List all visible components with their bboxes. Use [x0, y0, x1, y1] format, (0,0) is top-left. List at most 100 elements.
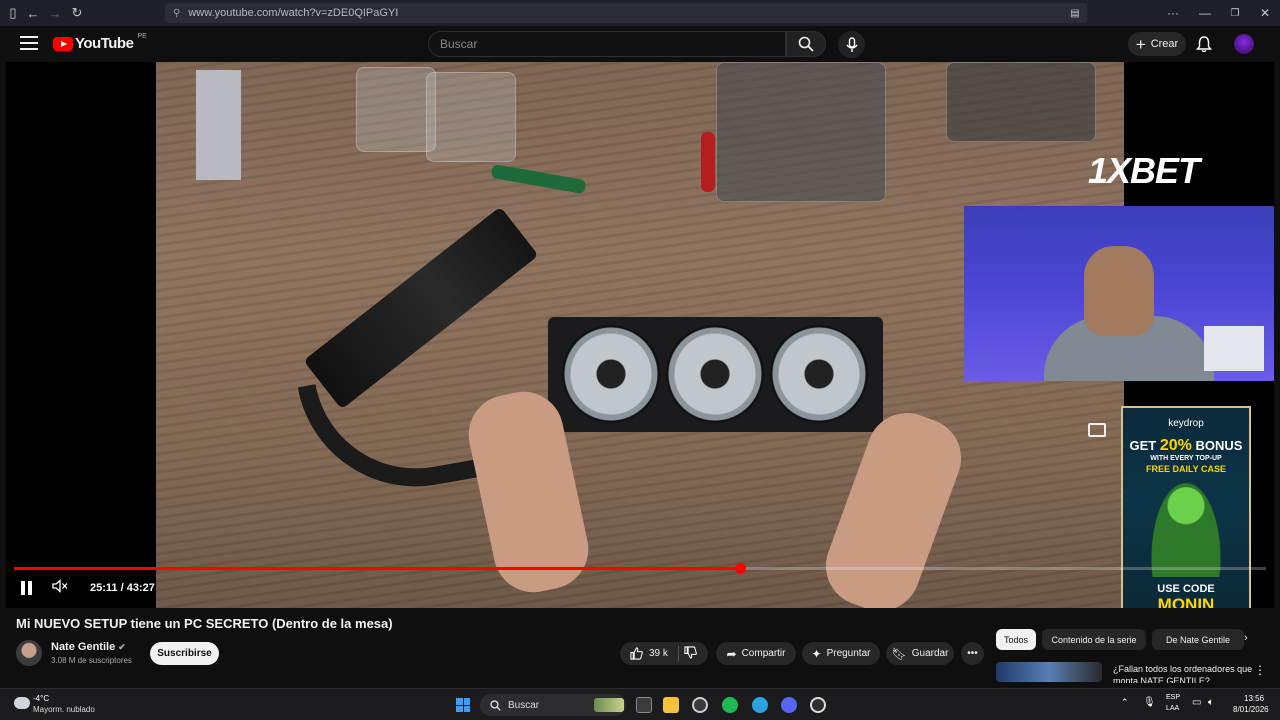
share-button[interactable]: ➦ Compartir: [716, 642, 796, 665]
address-bar[interactable]: ⚲ www.youtube.com/watch?v=zDE0QIPaGYI: [165, 3, 1087, 23]
subscriber-count: 3.08 M de suscriptores: [51, 656, 132, 665]
search-icon: [798, 36, 814, 52]
hand: [814, 401, 973, 608]
manual-paper: [196, 70, 241, 180]
sidebar-toggle-icon[interactable]: ▯: [2, 2, 24, 24]
volume-icon[interactable]: 🔈︎: [1208, 697, 1214, 708]
recommended-thumbnail[interactable]: [996, 662, 1102, 682]
weather-temperature: -4°C: [33, 694, 50, 703]
browser-app-icon[interactable]: [692, 697, 708, 713]
screw-box: [426, 72, 516, 162]
miniplayer-icon[interactable]: [1088, 423, 1106, 437]
sponsor-logo: 1XBET: [1088, 150, 1200, 191]
channel-name[interactable]: Nate Gentile ✔: [51, 641, 126, 653]
plus-icon: +: [1135, 34, 1146, 54]
search-input[interactable]: Buscar: [428, 31, 786, 57]
thumbs-down-icon: [684, 646, 697, 659]
save-label: Guardar: [911, 648, 949, 659]
dislike-button[interactable]: [684, 646, 697, 664]
chip-serie[interactable]: Contenido de la serie: [1042, 629, 1146, 650]
telegram-icon[interactable]: [752, 697, 768, 713]
spotify-icon[interactable]: [722, 697, 738, 713]
video-duration: 43:27: [126, 582, 155, 594]
save-button[interactable]: 🔖︎ Guardar: [886, 642, 954, 665]
more-icon: •••: [967, 648, 978, 659]
minimize-icon[interactable]: —: [1190, 3, 1220, 23]
time-separator: /: [120, 582, 124, 594]
bookmark-icon: 🔖︎: [891, 646, 907, 661]
more-actions-button[interactable]: •••: [961, 642, 984, 665]
recommended-title[interactable]: ¿Fallan todos los ordenadores que monta …: [1113, 663, 1253, 683]
restore-icon[interactable]: ❐: [1220, 3, 1250, 23]
youtube-logo[interactable]: YouTube PE: [53, 33, 147, 52]
taskbar-search-label: Buscar: [508, 699, 540, 711]
streamer-face: [1084, 246, 1154, 336]
progress-bar[interactable]: [14, 563, 1266, 574]
keyboard-layout[interactable]: LAA: [1166, 705, 1179, 712]
clock-time[interactable]: 13:56: [1244, 694, 1264, 703]
ad-bonus-prefix: GET: [1129, 438, 1157, 453]
ask-button[interactable]: ✦ Preguntar: [802, 642, 880, 665]
close-icon[interactable]: ✕: [1250, 3, 1280, 23]
chip-channel[interactable]: De Nate Gentile: [1152, 629, 1244, 650]
pause-icon[interactable]: [20, 581, 34, 595]
site-info-icon[interactable]: ⚲: [173, 8, 180, 19]
back-icon[interactable]: ←: [22, 2, 44, 24]
ad-use-code: USE CODE: [1157, 583, 1215, 595]
ad-bonus-value: 20%: [1159, 437, 1192, 454]
thumbs-up-icon: [630, 647, 643, 660]
file-explorer-icon[interactable]: [663, 697, 679, 713]
fan: [666, 325, 764, 423]
task-view-icon[interactable]: [636, 697, 652, 713]
video-title: Mi NUEVO SETUP tiene un PC SECRETO (Dent…: [16, 616, 393, 631]
notifications-button[interactable]: [1196, 35, 1212, 58]
webcam-overlay: [964, 206, 1274, 381]
volume-muted-icon: [52, 579, 68, 593]
create-label: Crear: [1150, 38, 1179, 50]
ad-promo-code: MONIN: [1157, 595, 1215, 608]
video-player[interactable]: 1XBET keydrop GET 20% BONUS WITH EVERY T…: [6, 62, 1274, 608]
share-icon: ➦: [726, 646, 737, 661]
like-count: 39 k: [649, 648, 668, 659]
keyboard-language[interactable]: ESP: [1166, 694, 1180, 701]
tray-mic-icon[interactable]: 🎙︎: [1143, 697, 1156, 708]
fan-package: [946, 62, 1096, 142]
more-menu-icon[interactable]: ···: [1158, 3, 1188, 23]
screw-box: [356, 67, 436, 152]
voice-search-button[interactable]: [838, 31, 865, 58]
search-placeholder: Buscar: [440, 37, 478, 51]
channel-avatar[interactable]: [16, 640, 42, 666]
chevron-right-icon[interactable]: ›: [1244, 632, 1248, 644]
reader-icon[interactable]: ▤: [1060, 3, 1090, 23]
screwdriver: [701, 132, 715, 192]
account-avatar[interactable]: [1234, 34, 1254, 54]
menu-icon[interactable]: [20, 36, 38, 50]
screwdriver: [490, 163, 587, 195]
background-shelf: [1204, 326, 1264, 371]
channel-name-text: Nate Gentile: [51, 641, 116, 653]
like-button[interactable]: 39 k: [630, 647, 668, 660]
discord-icon[interactable]: [781, 697, 797, 713]
progress-played: [14, 567, 741, 570]
ad-brand: keydrop: [1168, 418, 1204, 429]
ad-banner[interactable]: keydrop GET 20% BONUS WITH EVERY TOP-UP …: [1121, 406, 1251, 608]
subscribe-button[interactable]: Suscribirse: [150, 642, 219, 665]
recommended-more-icon[interactable]: ⋮: [1254, 663, 1266, 677]
ad-free-case: FREE DAILY CASE: [1145, 464, 1227, 474]
display-icon[interactable]: ▭: [1192, 697, 1201, 708]
search-button[interactable]: [786, 31, 826, 57]
bell-icon: [1196, 36, 1212, 53]
sparkle-icon: ✦: [811, 646, 822, 661]
weather-cloud-icon[interactable]: [14, 697, 30, 709]
app-icon[interactable]: [810, 697, 826, 713]
windows-start-icon[interactable]: [456, 698, 470, 712]
fan: [770, 325, 868, 423]
chip-todos[interactable]: Todos: [996, 629, 1036, 650]
forward-icon[interactable]: →: [44, 2, 66, 24]
reload-icon[interactable]: ↻: [66, 2, 88, 24]
tray-chevron-up-icon[interactable]: ⌃: [1121, 697, 1129, 708]
clock-date[interactable]: 8/01/2026: [1233, 705, 1269, 714]
mute-icon[interactable]: [52, 579, 68, 596]
microphone-icon: [845, 36, 858, 52]
create-button[interactable]: + Crear: [1128, 32, 1186, 56]
